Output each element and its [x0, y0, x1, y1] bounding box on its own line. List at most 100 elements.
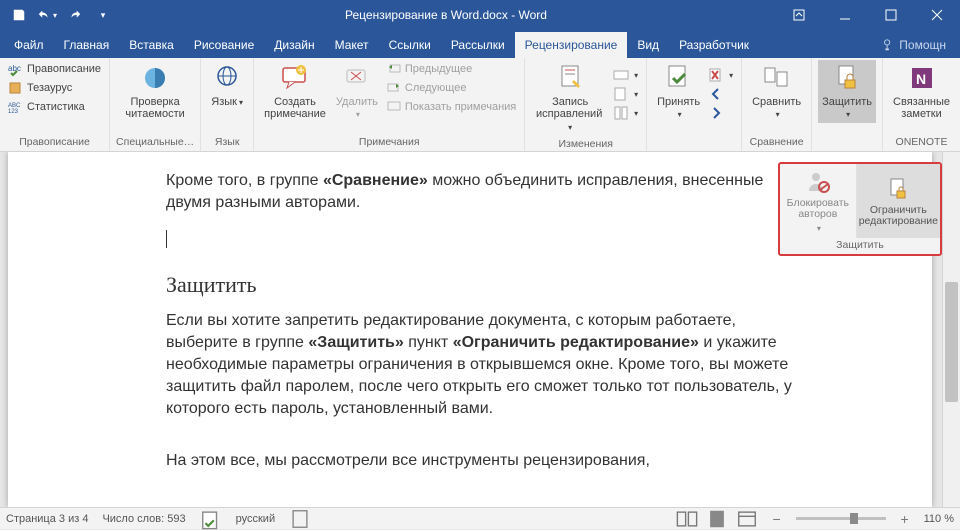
- track-changes-button[interactable]: Запись исправлений ▾: [531, 60, 609, 136]
- show-comments-button: Показать примечания: [384, 98, 518, 116]
- status-page[interactable]: Страница 3 из 4: [6, 513, 88, 525]
- zoom-out-button[interactable]: −: [766, 510, 788, 528]
- window-title: Рецензирование в Word.docx - Word: [116, 8, 776, 22]
- zoom-level[interactable]: 110 %: [924, 513, 954, 525]
- popover-group-label: Защитить: [780, 238, 940, 254]
- group-label-special: Специальные…: [116, 134, 194, 151]
- word-count-button[interactable]: ABC123Статистика: [6, 98, 103, 116]
- undo-button[interactable]: ▾: [34, 2, 60, 28]
- status-language[interactable]: русский: [236, 513, 275, 525]
- group-label-language: Язык: [207, 134, 247, 151]
- zoom-slider[interactable]: [796, 517, 886, 520]
- new-comment-button[interactable]: Создать примечание: [260, 60, 330, 122]
- readability-icon: [139, 62, 171, 94]
- display-mode-dropdown[interactable]: ▾: [611, 66, 640, 84]
- print-layout-button[interactable]: [706, 510, 728, 528]
- block-authors-icon: [805, 169, 831, 195]
- tab-file[interactable]: Файл: [4, 32, 54, 58]
- block-authors-button: Блокировать авторов▾: [780, 164, 857, 238]
- track-icon: [554, 62, 586, 94]
- read-mode-button[interactable]: [676, 510, 698, 528]
- onenote-icon: N: [906, 62, 938, 94]
- tab-mailings[interactable]: Рассылки: [441, 32, 515, 58]
- pane-icon: [613, 105, 629, 121]
- tab-design[interactable]: Дизайн: [264, 32, 324, 58]
- delete-comment-icon: [341, 62, 373, 94]
- paragraph: Если вы хотите запретить редактирование …: [166, 310, 792, 420]
- tab-view[interactable]: Вид: [627, 32, 669, 58]
- stats-icon: ABC123: [8, 99, 24, 115]
- compare-icon: [761, 62, 793, 94]
- language-button[interactable]: Язык▾: [207, 60, 247, 111]
- group-label-protect: [818, 146, 876, 151]
- prev-icon: [386, 61, 402, 77]
- svg-text:N: N: [916, 71, 926, 87]
- status-accessibility-icon[interactable]: [289, 510, 311, 528]
- scrollbar-thumb[interactable]: [945, 282, 958, 402]
- close-button[interactable]: [914, 0, 960, 30]
- tab-developer[interactable]: Разработчик: [669, 32, 759, 58]
- status-word-count[interactable]: Число слов: 593: [102, 513, 185, 525]
- tab-insert[interactable]: Вставка: [119, 32, 184, 58]
- qat-more-button[interactable]: ▾: [90, 2, 116, 28]
- reviewing-pane-dropdown[interactable]: ▾: [611, 104, 640, 122]
- globe-icon: [211, 62, 243, 94]
- redo-button[interactable]: [62, 2, 88, 28]
- next-change-button[interactable]: [706, 104, 735, 122]
- heading: Защитить: [166, 272, 792, 298]
- vertical-scrollbar[interactable]: [942, 152, 960, 507]
- maximize-button[interactable]: [868, 0, 914, 30]
- paragraph: Кроме того, в группе «Сравнение» можно о…: [166, 170, 792, 214]
- zoom-slider-knob[interactable]: [850, 513, 858, 524]
- check-icon: abc: [8, 61, 24, 77]
- prev-comment-button: Предыдущее: [384, 60, 518, 78]
- prev-change-icon: [708, 86, 724, 102]
- restrict-editing-button[interactable]: Ограничить редактирование: [857, 164, 940, 238]
- group-label-compare: Сравнение: [748, 134, 805, 151]
- tell-me-input[interactable]: Помощн: [871, 32, 956, 58]
- show-comments-icon: [386, 99, 402, 115]
- reject-icon: [708, 67, 724, 83]
- zoom-in-button[interactable]: +: [894, 510, 916, 528]
- tab-references[interactable]: Ссылки: [379, 32, 441, 58]
- tab-home[interactable]: Главная: [54, 32, 120, 58]
- linked-notes-button[interactable]: N Связанные заметки: [889, 60, 954, 122]
- web-layout-button[interactable]: [736, 510, 758, 528]
- accept-button[interactable]: Принять▾: [653, 60, 704, 123]
- tab-draw[interactable]: Рисование: [184, 32, 264, 58]
- group-label-changes: [653, 146, 735, 151]
- thesaurus-button[interactable]: Тезаурус: [6, 79, 103, 97]
- tab-review[interactable]: Рецензирование: [515, 32, 628, 58]
- spellcheck-status-icon[interactable]: [200, 510, 222, 528]
- group-label-proofing: Правописание: [6, 134, 103, 151]
- compare-button[interactable]: Сравнить▾: [748, 60, 805, 123]
- comment-icon: [279, 62, 311, 94]
- protect-icon: [831, 62, 863, 94]
- reject-button[interactable]: ▾: [706, 66, 735, 84]
- group-label-comments: Примечания: [260, 134, 518, 151]
- tell-me-label: Помощн: [899, 38, 946, 52]
- minimize-button[interactable]: [822, 0, 868, 30]
- svg-text:abc: abc: [8, 64, 21, 73]
- protect-button[interactable]: Защитить▾: [818, 60, 876, 123]
- show-markup-dropdown[interactable]: ▾: [611, 85, 640, 103]
- ribbon-display-options[interactable]: [776, 0, 822, 30]
- next-comment-button: Следующее: [384, 79, 518, 97]
- book-icon: [8, 80, 24, 96]
- next-change-icon: [708, 105, 724, 121]
- dropdown-icon: [613, 67, 629, 83]
- protect-dropdown-panel: Блокировать авторов▾ Ограничить редактир…: [778, 162, 942, 256]
- next-icon: [386, 80, 402, 96]
- readability-button[interactable]: Проверка читаемости: [121, 60, 188, 122]
- restrict-icon: [885, 176, 911, 202]
- accept-icon: [663, 62, 695, 94]
- save-button[interactable]: [6, 2, 32, 28]
- prev-change-button[interactable]: [706, 85, 735, 103]
- group-label-tracking: Изменения: [531, 136, 640, 153]
- spelling-button[interactable]: abcПравописание: [6, 60, 103, 78]
- cursor-position: [166, 228, 792, 250]
- group-label-onenote: ONENOTE: [889, 134, 954, 151]
- markup-icon: [613, 86, 629, 102]
- tab-layout[interactable]: Макет: [325, 32, 379, 58]
- paragraph: На этом все, мы рассмотрели все инструме…: [166, 450, 792, 472]
